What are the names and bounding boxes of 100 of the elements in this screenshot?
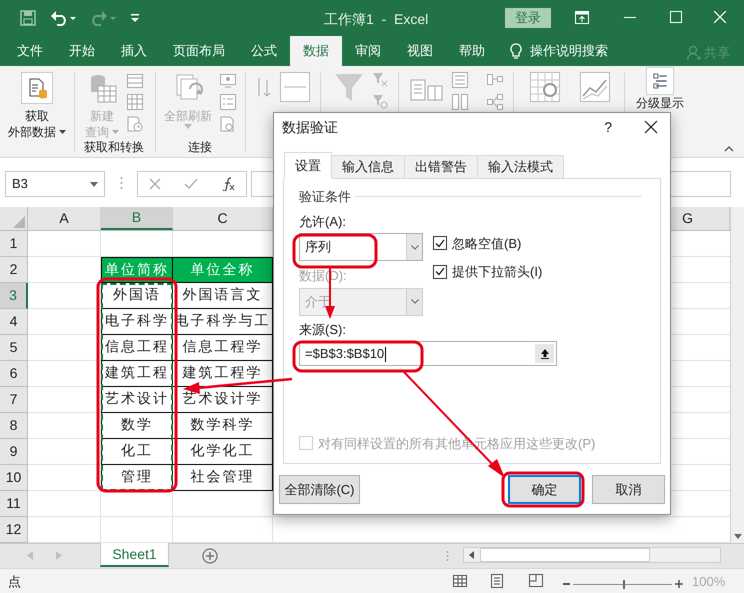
normal-view-icon[interactable] [453,575,467,587]
customize-icon[interactable] [130,12,140,24]
undo-icon[interactable] [50,10,76,26]
source-input[interactable]: =$B$3:$B$10 [299,341,557,366]
page-break-view-icon[interactable] [529,574,543,587]
table-cell-text: 艺术设计 [105,390,169,409]
connections-icon[interactable] [220,74,236,88]
name-box[interactable]: B3 [5,171,105,197]
reapply-filter-icon[interactable] [372,94,388,110]
scroll-thumb[interactable] [480,548,650,562]
zoom-slider[interactable] [563,580,683,588]
grip-icon [120,176,123,190]
grid-icon[interactable] [127,94,143,110]
ribbon-tab[interactable]: 开始 [56,36,108,66]
checkbox[interactable] [433,236,447,250]
upload-arrow-icon [540,348,550,359]
ribbon-tab[interactable]: 公式 [238,36,290,66]
minimize-icon[interactable] [624,17,636,19]
close-icon[interactable] [644,120,658,134]
consolidate-icon[interactable] [487,72,503,88]
checkbox-label: 提供下拉箭头(I) [452,263,542,281]
grip-icon [446,550,449,562]
clear-filter-icon[interactable] [372,72,388,88]
add-sheet-icon[interactable] [202,548,218,564]
window-title: 工作簿1 - Excel [324,10,428,29]
cancel-icon[interactable] [149,178,162,190]
dialog-button[interactable]: 取消 [592,475,665,504]
outline-button[interactable]: 分级显示 [631,67,689,110]
dialog-button[interactable]: 全部清除(C) [279,475,360,504]
status-mode: 点 [8,573,21,591]
ribbon-tab[interactable]: 帮助 [446,36,498,66]
table-cell-text: 艺术设计学 [182,390,262,409]
ribbon-tab[interactable]: 插入 [108,36,160,66]
horizontal-scrollbar[interactable] [463,547,721,563]
properties-icon[interactable] [220,94,236,110]
column-header[interactable]: G [682,208,693,229]
table-cell-text: 信息工程 [105,338,169,357]
ribbon-tab[interactable]: 文件 [4,36,56,66]
collapse-ribbon-icon[interactable] [724,146,734,152]
group-label: 获取和转换 [84,139,144,156]
text-cursor [385,346,386,362]
page-layout-icon[interactable] [491,574,503,588]
group-label: 连接 [188,139,212,156]
forecast-sheet-icon[interactable] [580,72,610,102]
collapse-dialog-button[interactable] [535,344,554,363]
dialog-tab[interactable]: 出错警告 [404,155,478,179]
field-label: 来源(S): [299,320,346,339]
column-header[interactable]: A [59,208,69,229]
maximize-icon[interactable] [670,11,682,23]
table-cell-text: 数学科学 [190,416,254,435]
filter-icon[interactable] [334,72,364,102]
column-heading: 单位简称 [105,260,169,280]
dropdown-caret-icon [184,124,192,129]
check-icon[interactable] [184,178,198,190]
table-icon[interactable] [127,74,143,88]
person-add-icon [687,44,701,61]
save-icon[interactable] [20,10,36,26]
relationships-icon[interactable] [487,94,503,110]
zoom-in-icon[interactable] [675,580,683,588]
dialog-tab[interactable]: 输入法模式 [477,155,564,179]
scroll-down-icon[interactable] [734,534,742,539]
table-cell-text: 化学化工 [190,442,254,461]
get-external-data-button[interactable]: 获取 外部数据 [4,72,70,140]
dialog-button[interactable]: 确定 [508,475,581,504]
tell-me-search[interactable]: 操作说明搜索 [530,41,608,61]
dropdown-caret-icon [112,130,119,134]
redo-icon[interactable] [90,10,116,26]
ribbon-display-icon[interactable] [575,11,589,24]
column-heading: 单位全称 [190,260,254,280]
function-icon[interactable] [220,177,235,191]
column-header[interactable]: B [132,207,142,228]
remove-duplicates-icon[interactable] [452,94,468,110]
edit-links-icon[interactable] [220,116,236,132]
scroll-right-icon[interactable] [56,551,62,560]
ribbon-tab[interactable]: 页面布局 [160,36,238,66]
table-cell-text: 建筑工程学 [182,364,262,383]
checkbox-label: 忽略空值(B) [452,234,522,253]
empty-cell[interactable] [101,491,173,517]
select-all-icon[interactable] [13,216,25,228]
clock-document-icon[interactable] [127,116,143,132]
ribbon-tab[interactable]: 视图 [394,36,446,66]
what-if-analysis-icon[interactable] [530,72,560,102]
dialog-title: 数据验证 [282,118,338,136]
flash-fill-icon[interactable] [452,72,468,88]
dropdown[interactable]: 序列 [299,233,423,261]
column-header[interactable]: C [217,208,228,229]
dialog-tab[interactable]: 输入信息 [331,155,405,179]
sheet-tab[interactable]: Sheet1 [100,543,169,567]
table-cell-text: 信息工程学 [182,338,262,357]
dropdown-caret-icon [59,130,66,134]
vertical-scrollbar[interactable] [730,207,744,543]
checkbox[interactable] [433,264,447,279]
scroll-left-icon[interactable] [469,551,474,559]
table-cell-text: 管理 [121,468,153,487]
document-database-icon [21,72,53,104]
help-button[interactable]: ? [604,116,612,138]
ribbon-tab[interactable]: 审阅 [342,36,394,66]
ribbon-tab[interactable]: 数据 [290,36,342,66]
lightbulb-icon [510,42,522,60]
dialog-tab[interactable]: 设置 [284,152,332,179]
